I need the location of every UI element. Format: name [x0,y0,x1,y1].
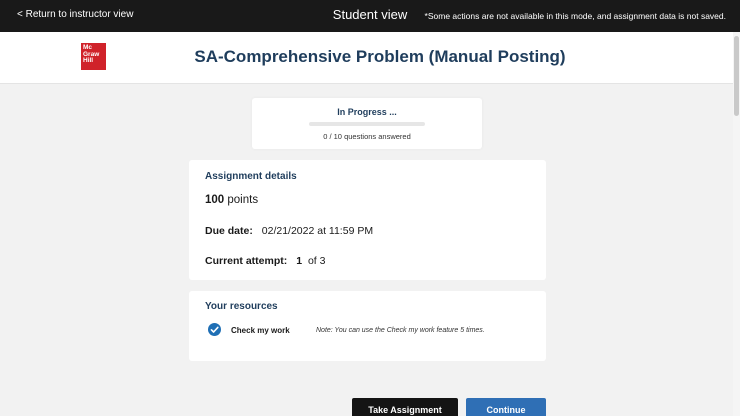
check-my-work-note: Note: You can use the Check my work feat… [316,327,485,334]
page-title: SA-Comprehensive Problem (Manual Posting… [194,47,566,66]
scrollbar-thumb[interactable] [734,36,739,116]
points: 100 points [205,194,258,206]
due-date: Due date: 02/21/2022 at 11:59 PM [205,225,373,237]
assignment-details-heading: Assignment details [205,171,297,182]
progress-card: In Progress ... 0 / 10 questions answere… [252,98,482,149]
take-assignment-button[interactable]: Take Assignment [352,398,458,416]
assignment-details-card: Assignment details 100 points Due date: … [189,160,546,280]
points-value: 100 [205,194,225,206]
current-attempt-number: 1 [296,255,303,267]
due-date-label: Due date: [205,225,253,237]
check-circle-icon [208,323,221,336]
resources-card: Your resources Check my work Note: You c… [189,291,546,361]
current-attempt-label: Current attempt: [205,255,288,267]
assignment-header: Mc Graw Hill SA-Comprehensive Problem (Man… [0,32,740,84]
attempt-total: of 3 [307,255,326,267]
progress-status: In Progress ... [337,107,397,117]
due-date-value: 02/21/2022 at 11:59 PM [261,225,374,237]
resources-heading: Your resources [205,301,278,312]
points-unit: points [227,194,259,206]
questions-answered: 0 / 10 questions answered [323,132,411,141]
check-my-work-label: Check my work [231,326,290,335]
progress-bar [309,122,425,126]
page-scrollbar[interactable] [733,32,740,416]
continue-button[interactable]: Continue [466,398,546,416]
current-attempt: Current attempt: 1 of 3 [205,255,325,267]
top-bar: < Return to instructor view Student view… [0,0,740,32]
mode-notice: *Some actions are not available in this … [424,11,726,21]
